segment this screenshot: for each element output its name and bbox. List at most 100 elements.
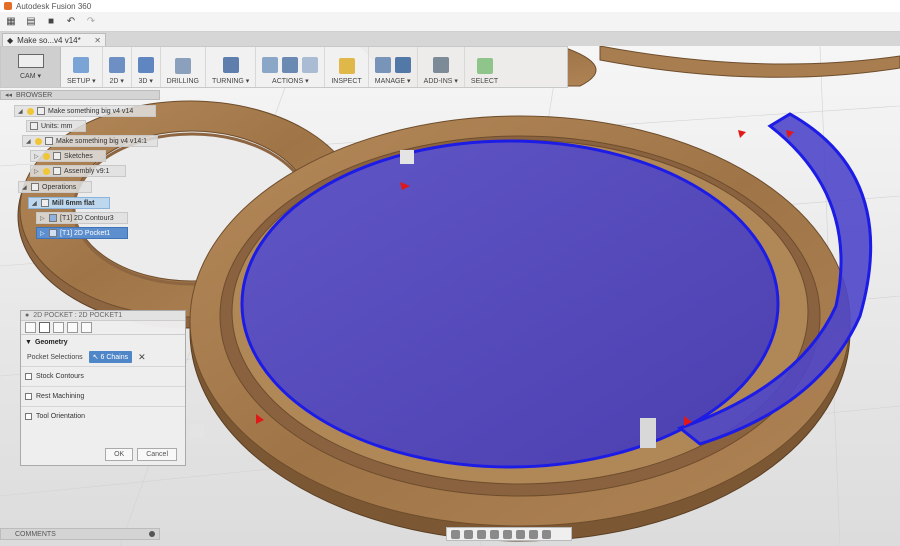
tool-orientation-checkbox[interactable]	[25, 413, 32, 420]
toolbar-group-label: INSPECT	[331, 78, 362, 85]
expand-triangle-icon: ▷	[40, 215, 45, 222]
2d-pocket-dialog: ● 2D POCKET : 2D POCKET1 ▼ Geometry Pock…	[20, 310, 186, 466]
comments-add-icon[interactable]	[149, 531, 155, 537]
visibility-bulb-icon[interactable]	[27, 107, 34, 115]
stock-contours-row[interactable]: Stock Contours	[21, 366, 185, 386]
clear-selection-icon[interactable]: ✕	[138, 352, 146, 363]
3d-milling-icon	[137, 57, 154, 73]
toolbar-group-3d[interactable]: 3D ▾	[132, 47, 161, 87]
post-process-icon	[282, 57, 299, 73]
toolbar-group-label: SETUP ▾	[67, 78, 96, 85]
undo-icon[interactable]: ↶	[66, 16, 76, 27]
visibility-bulb-icon[interactable]	[35, 137, 42, 145]
expand-triangle-icon: ▷	[40, 230, 45, 237]
app-title: Autodesk Fusion 360	[16, 1, 92, 11]
viewports-icon[interactable]	[542, 529, 551, 539]
component-icon	[45, 137, 53, 145]
close-tab-icon[interactable]: ✕	[94, 36, 101, 45]
rest-machining-label: Rest Machining	[36, 393, 85, 400]
browser-node-sketches[interactable]: ▷ Sketches	[30, 150, 106, 162]
tab-geometry-icon[interactable]	[39, 322, 50, 333]
collapse-triangle-icon: ◂◂	[5, 92, 13, 99]
file-menu-icon[interactable]: ▤	[26, 16, 36, 27]
drilling-icon	[174, 58, 191, 74]
look-at-icon[interactable]	[464, 529, 473, 539]
browser-node-units[interactable]: Units: mm	[26, 120, 86, 132]
browser-header[interactable]: ◂◂ BROWSER	[0, 90, 160, 100]
dialog-title-bar[interactable]: ● 2D POCKET : 2D POCKET1	[21, 311, 185, 321]
browser-node-label: Operations	[42, 183, 77, 191]
toolbar-group-drilling[interactable]: DRILLING	[161, 47, 206, 87]
stock-contours-checkbox[interactable]	[25, 373, 32, 380]
ring-slot-1	[400, 150, 414, 164]
redo-icon[interactable]: ↷	[86, 16, 96, 27]
display-settings-icon[interactable]	[516, 529, 525, 539]
cursor-icon: ↖	[92, 354, 99, 361]
browser-node-operations[interactable]: ◢ Operations	[18, 181, 92, 193]
document-tab-bar: ◆ Make so...v4 v14* ✕	[0, 32, 900, 46]
document-tab[interactable]: ◆ Make so...v4 v14* ✕	[2, 33, 106, 46]
workspace-switcher[interactable]: CAM ▾	[1, 47, 61, 87]
zoom-icon[interactable]	[490, 529, 499, 539]
pocket-selections-row: Pocket Selections ↖ 6 Chains ✕	[21, 348, 185, 366]
rest-machining-checkbox[interactable]	[25, 393, 32, 400]
browser-node-contour[interactable]: ▷ [T1] 2D Contour3	[36, 212, 128, 224]
toolbar-group-label: DRILLING	[166, 78, 199, 85]
tab-linking-icon[interactable]	[81, 322, 92, 333]
collapse-triangle-icon: ◢	[26, 138, 31, 145]
setup-icon	[73, 57, 90, 73]
toolbar-group-label: ACTIONS ▾	[272, 78, 309, 85]
visibility-bulb-icon[interactable]	[43, 167, 50, 175]
browser-node-assembly[interactable]: ▷ Assembly v9:1	[30, 165, 126, 177]
orbit-icon[interactable]	[451, 529, 460, 539]
cancel-button[interactable]: Cancel	[137, 448, 177, 461]
collapse-triangle-icon: ◢	[18, 108, 23, 115]
fit-icon[interactable]	[503, 529, 512, 539]
toolbar-group-label: ADD-INS ▾	[423, 78, 458, 85]
title-bar: Autodesk Fusion 360	[0, 0, 900, 12]
toolbar-group-actions[interactable]: ACTIONS ▾	[256, 47, 326, 87]
toolbar-group-select[interactable]: SELECT	[465, 47, 504, 87]
save-icon[interactable]: ■	[46, 16, 56, 27]
toolbar-group-turning[interactable]: TURNING ▾	[206, 47, 257, 87]
turning-icon	[222, 57, 239, 73]
comments-panel[interactable]: COMMENTS	[0, 528, 160, 540]
toolbar-group-setup[interactable]: SETUP ▾	[61, 47, 103, 87]
toolbar-group-2d[interactable]: 2D ▾	[103, 47, 132, 87]
collapse-triangle-icon: ◢	[32, 200, 37, 207]
scripts-addins-icon	[432, 57, 449, 73]
pocket-op-icon	[49, 229, 57, 237]
browser-node-root[interactable]: ◢ Make something big v4 v14	[14, 105, 156, 117]
toolbar-group-manage[interactable]: MANAGE ▾	[369, 47, 418, 87]
pan-icon[interactable]	[477, 529, 486, 539]
expand-triangle-icon: ▷	[34, 153, 39, 160]
rest-machining-row[interactable]: Rest Machining	[21, 386, 185, 406]
pocket-selections-label: Pocket Selections	[27, 353, 83, 361]
ok-button[interactable]: OK	[105, 448, 134, 461]
section-label: Geometry	[34, 339, 68, 346]
comments-label: COMMENTS	[15, 530, 56, 538]
dialog-dot-icon: ●	[25, 312, 30, 319]
document-tab-label: Make so...v4 v14*	[17, 35, 81, 45]
tab-heights-icon[interactable]	[53, 322, 64, 333]
fusion-app-icon	[4, 2, 12, 10]
geometry-section-header[interactable]: ▼ Geometry	[21, 335, 185, 348]
collapse-triangle-icon: ▼	[25, 339, 32, 346]
toolbar-group-inspect[interactable]: INSPECT	[325, 47, 369, 87]
grid-settings-icon[interactable]	[529, 529, 538, 539]
tab-passes-icon[interactable]	[67, 322, 78, 333]
visibility-bulb-icon[interactable]	[43, 152, 50, 160]
browser-node-label: Make something big v4 v14	[48, 107, 134, 115]
pocket-selection-face[interactable]	[240, 139, 780, 469]
toolbar-group-label: TURNING ▾	[211, 78, 250, 85]
browser-node-pocket[interactable]: ▷ [T1] 2D Pocket1	[36, 227, 128, 239]
toolbar-group-addins[interactable]: ADD-INS ▾	[418, 47, 465, 87]
data-panel-grid-icon[interactable]: ▦	[6, 16, 16, 27]
document-icon: ◆	[7, 35, 14, 45]
pocket-chains-selector[interactable]: ↖ 6 Chains	[88, 351, 133, 363]
browser-node-component[interactable]: ◢ Make something big v4 v14:1	[22, 135, 158, 147]
browser-node-setup[interactable]: ◢ Mill 6mm flat	[28, 197, 110, 209]
tool-orientation-row[interactable]: Tool Orientation	[21, 406, 185, 426]
tab-tool-icon[interactable]	[25, 322, 36, 333]
browser-panel: ◂◂ BROWSER ◢ Make something big v4 v14 U…	[0, 90, 160, 242]
